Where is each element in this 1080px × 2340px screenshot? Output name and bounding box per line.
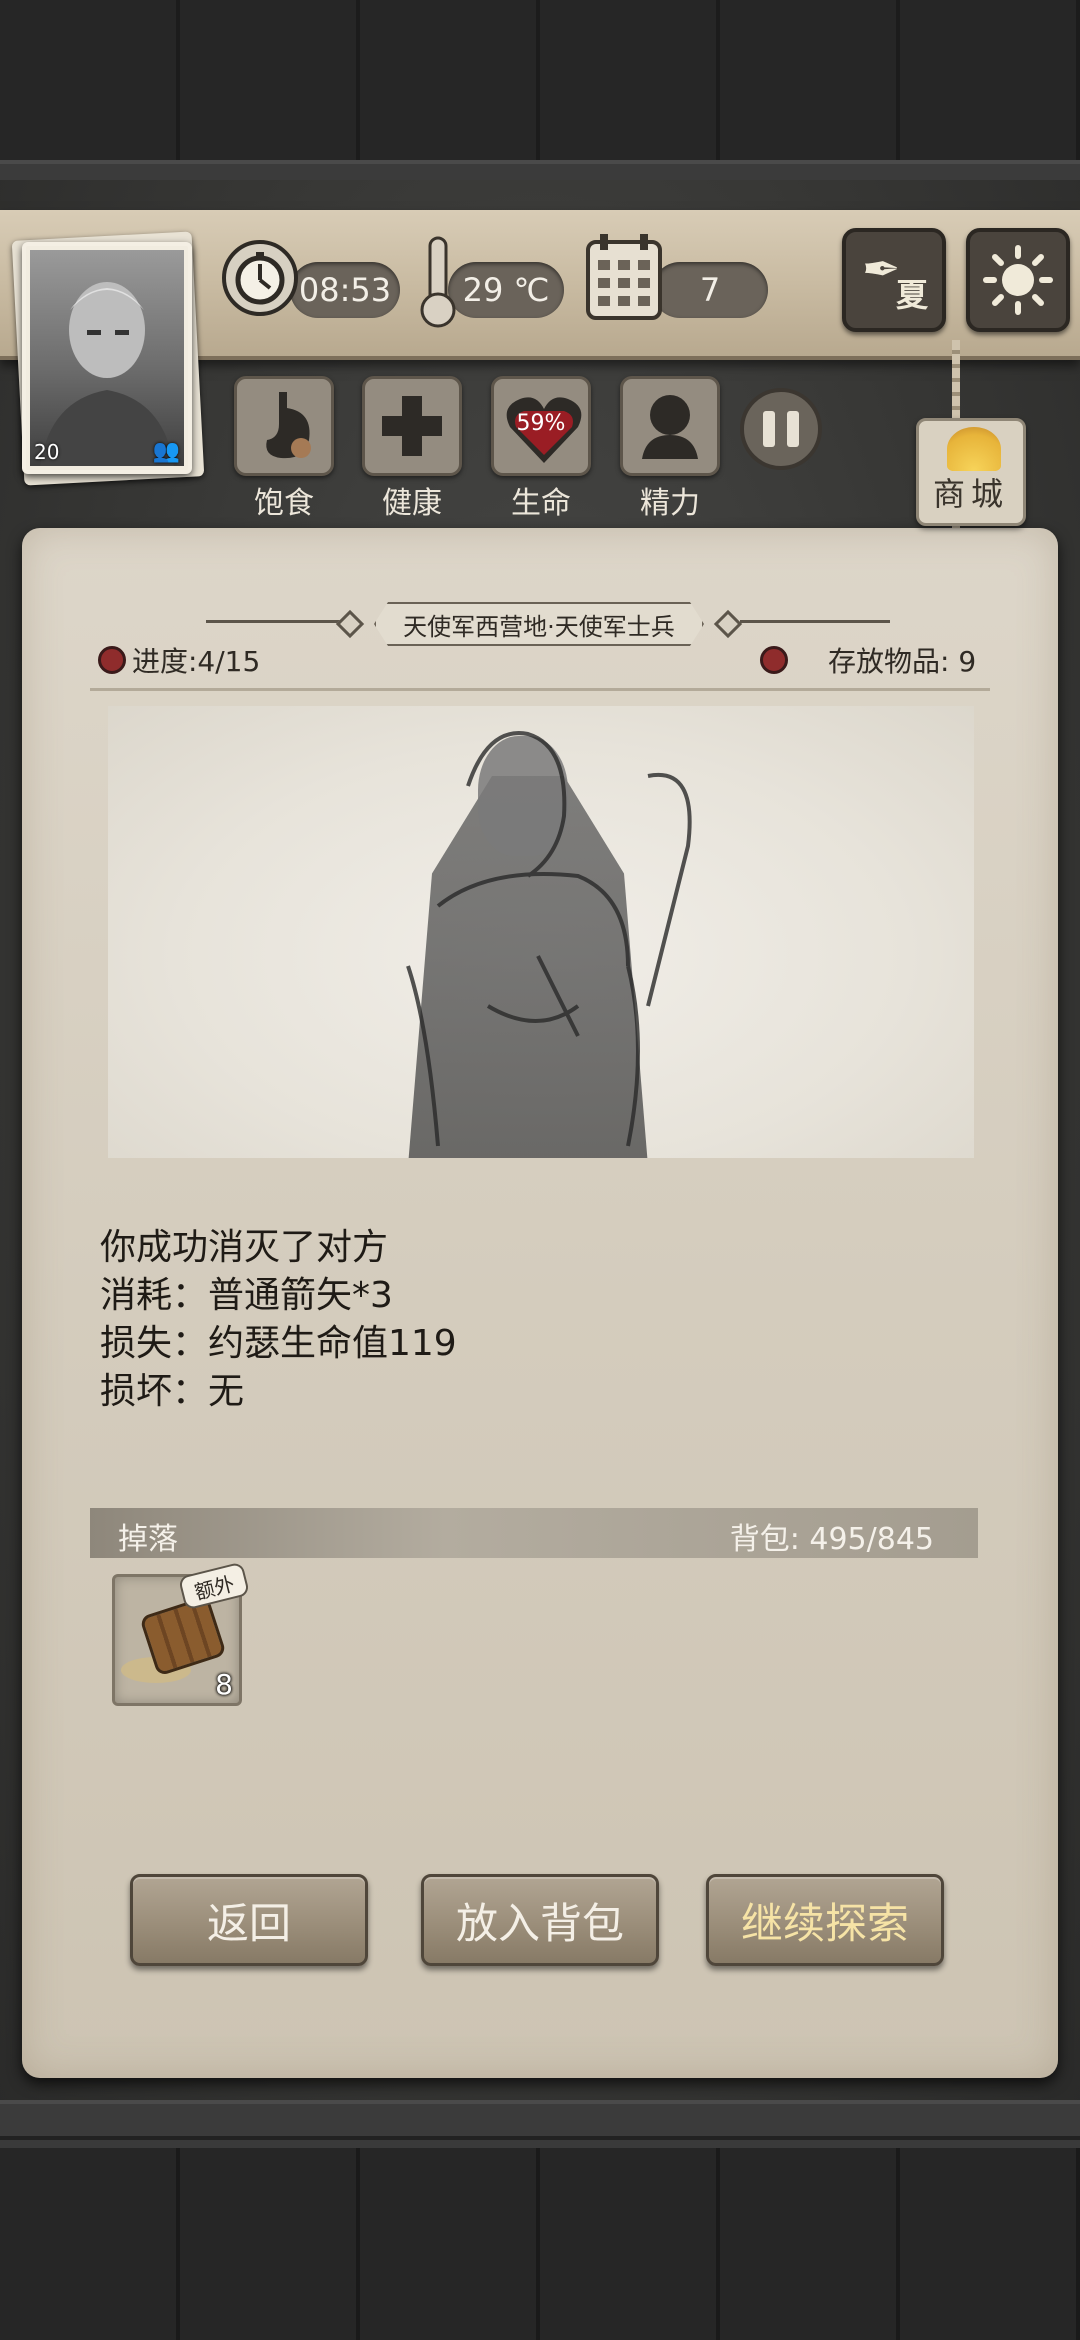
day-value: 7 [699, 271, 721, 309]
result-line-loss: 损失：约瑟生命值119 [100, 1323, 457, 1364]
extra-badge-text: 额外 [192, 1570, 237, 1604]
temperature-value: 29 ℃ [462, 271, 550, 309]
back-button-label: 返回 [206, 1898, 291, 1948]
character-avatar [30, 250, 184, 466]
thermometer-icon [416, 234, 460, 330]
status-energy-label: 精力 [640, 486, 700, 521]
status-health-label: 健康 [382, 486, 442, 521]
loot-header: 掉落 背包: 495/845 [90, 1508, 978, 1558]
day-chip: 7 [652, 262, 768, 318]
status-hunger-button[interactable] [234, 376, 334, 476]
feather-icon: ✒ [862, 242, 901, 296]
background-band-bottom [0, 2100, 1080, 2140]
background-bottom [0, 2140, 1080, 2340]
party-icon: 👥 [152, 439, 180, 464]
calendar-icon [584, 232, 664, 322]
progress-row: 进度:4/15 存放物品: 9 [90, 640, 990, 684]
status-health-button[interactable] [362, 376, 462, 476]
result-line-outcome: 你成功消灭了对方 [100, 1227, 389, 1268]
continue-explore-button[interactable]: 继续探索 [706, 1874, 944, 1966]
stored-items-text: 存放物品: 9 [828, 645, 977, 678]
character-portrait[interactable]: 20 👥 [22, 242, 192, 474]
medical-cross-icon [382, 396, 442, 456]
stomach-icon [266, 392, 311, 459]
result-line-consumed: 消耗：普通箭矢*3 [100, 1275, 393, 1316]
enemy-soldier-sketch [406, 731, 692, 1147]
location-title-text: 天使军西营地·天使军士兵 [403, 612, 675, 641]
temperature-chip: 29 ℃ [448, 262, 564, 318]
season-button[interactable]: ✒ 夏 [842, 228, 946, 332]
status-life-button[interactable]: 59% [491, 376, 591, 476]
store-in-backpack-button[interactable]: 放入背包 [421, 1874, 659, 1966]
status-life-label: 生命 [511, 486, 571, 521]
loot-item[interactable]: 额外 8 [112, 1561, 251, 1706]
status-energy-button[interactable] [620, 376, 720, 476]
shell-icon [947, 427, 1001, 471]
progress-text: 进度:4/15 [132, 645, 261, 678]
avatar-face-icon [40, 282, 174, 466]
status-hunger-label: 饱食 [254, 486, 314, 521]
shop-button[interactable]: 商城 [916, 418, 1026, 526]
time-value: 08:53 [298, 271, 392, 309]
enemy-illustration [108, 706, 974, 1158]
title-line-right [740, 620, 890, 623]
character-level: 20 [34, 440, 60, 464]
shop-label: 商城 [932, 475, 1009, 513]
battle-result: 你成功消灭了对方 消耗：普通箭矢*3 损失：约瑟生命值119 损坏：无 [100, 1224, 900, 1416]
pause-icon [763, 411, 775, 447]
back-button[interactable]: 返回 [130, 1874, 368, 1966]
stopwatch-icon [222, 240, 298, 316]
time-chip: 08:53 [290, 262, 400, 318]
pause-button[interactable] [740, 388, 822, 470]
weather-button[interactable] [966, 228, 1070, 332]
loot-item-count: 8 [215, 1668, 233, 1701]
sun-icon [983, 245, 1053, 315]
season-label: 夏 [895, 276, 928, 314]
continue-button-label: 继续探索 [740, 1898, 909, 1948]
title-line-left [206, 620, 356, 623]
storage-icon [760, 646, 788, 674]
backpack-capacity: 背包: 495/845 [729, 1522, 934, 1557]
header-divider [90, 688, 990, 691]
loot-title: 掉落 [118, 1522, 178, 1557]
result-line-damage: 损坏：无 [100, 1371, 245, 1412]
progress-icon [98, 646, 126, 674]
store-button-label: 放入背包 [455, 1898, 624, 1948]
person-icon [642, 395, 698, 459]
life-percent: 59% [516, 410, 566, 436]
background-top [0, 0, 1080, 180]
